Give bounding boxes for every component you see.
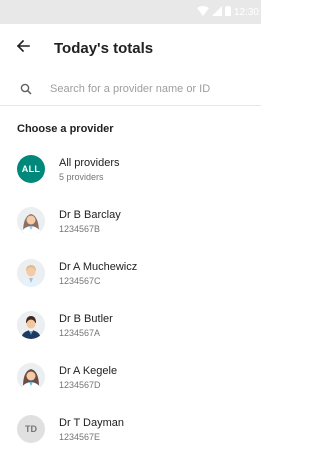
provider-name: Dr A Kegele	[59, 364, 118, 377]
provider-id: 1234567C	[59, 275, 101, 286]
female-doctor-avatar	[17, 207, 45, 235]
provider-item[interactable]: Dr B Barclay 1234567B	[0, 195, 261, 247]
status-icons	[196, 3, 231, 21]
provider-item[interactable]: TD Dr T Dayman 1234567E	[0, 403, 261, 455]
male-doctor-avatar	[17, 259, 45, 287]
provider-id: 1234567D	[59, 379, 101, 390]
page-title: Today's totals	[54, 39, 154, 57]
section-heading: Choose a provider	[17, 123, 114, 135]
provider-item-all[interactable]: ALL All providers 5 providers	[0, 143, 261, 195]
provider-id: 1234567E	[59, 431, 101, 442]
provider-sub: 5 providers	[59, 171, 104, 182]
provider-id: 1234567A	[59, 327, 101, 338]
status-time: 12:30	[233, 6, 259, 18]
provider-name: All providers	[59, 156, 120, 169]
provider-id: 1234567B	[59, 223, 101, 234]
search-input[interactable]	[50, 82, 240, 95]
female-doctor-avatar	[17, 363, 45, 391]
initials-avatar: TD	[17, 415, 45, 443]
male-doctor-suit-avatar	[17, 311, 45, 339]
app-bar: Today's totals	[0, 24, 261, 72]
provider-item[interactable]: Dr A Kegele 1234567D	[0, 351, 261, 403]
battery-icon	[224, 3, 231, 21]
search-bar	[0, 72, 261, 106]
signal-icon	[211, 3, 222, 21]
all-providers-avatar: ALL	[17, 155, 45, 183]
provider-item[interactable]: Dr A Muchewicz 1234567C	[0, 247, 261, 299]
provider-name: Dr T Dayman	[59, 416, 125, 429]
status-bar: 12:30	[0, 0, 261, 24]
provider-name: Dr B Barclay	[59, 208, 121, 221]
search-icon	[16, 79, 36, 99]
wifi-icon	[196, 3, 209, 21]
provider-list: ALL All providers 5 providers Dr B Barcl…	[0, 143, 261, 455]
provider-name: Dr B Butler	[59, 312, 113, 325]
provider-name: Dr A Muchewicz	[59, 260, 138, 273]
arrow-left-icon	[16, 39, 30, 58]
provider-item[interactable]: Dr B Butler 1234567A	[0, 299, 261, 351]
back-button[interactable]	[3, 24, 43, 72]
